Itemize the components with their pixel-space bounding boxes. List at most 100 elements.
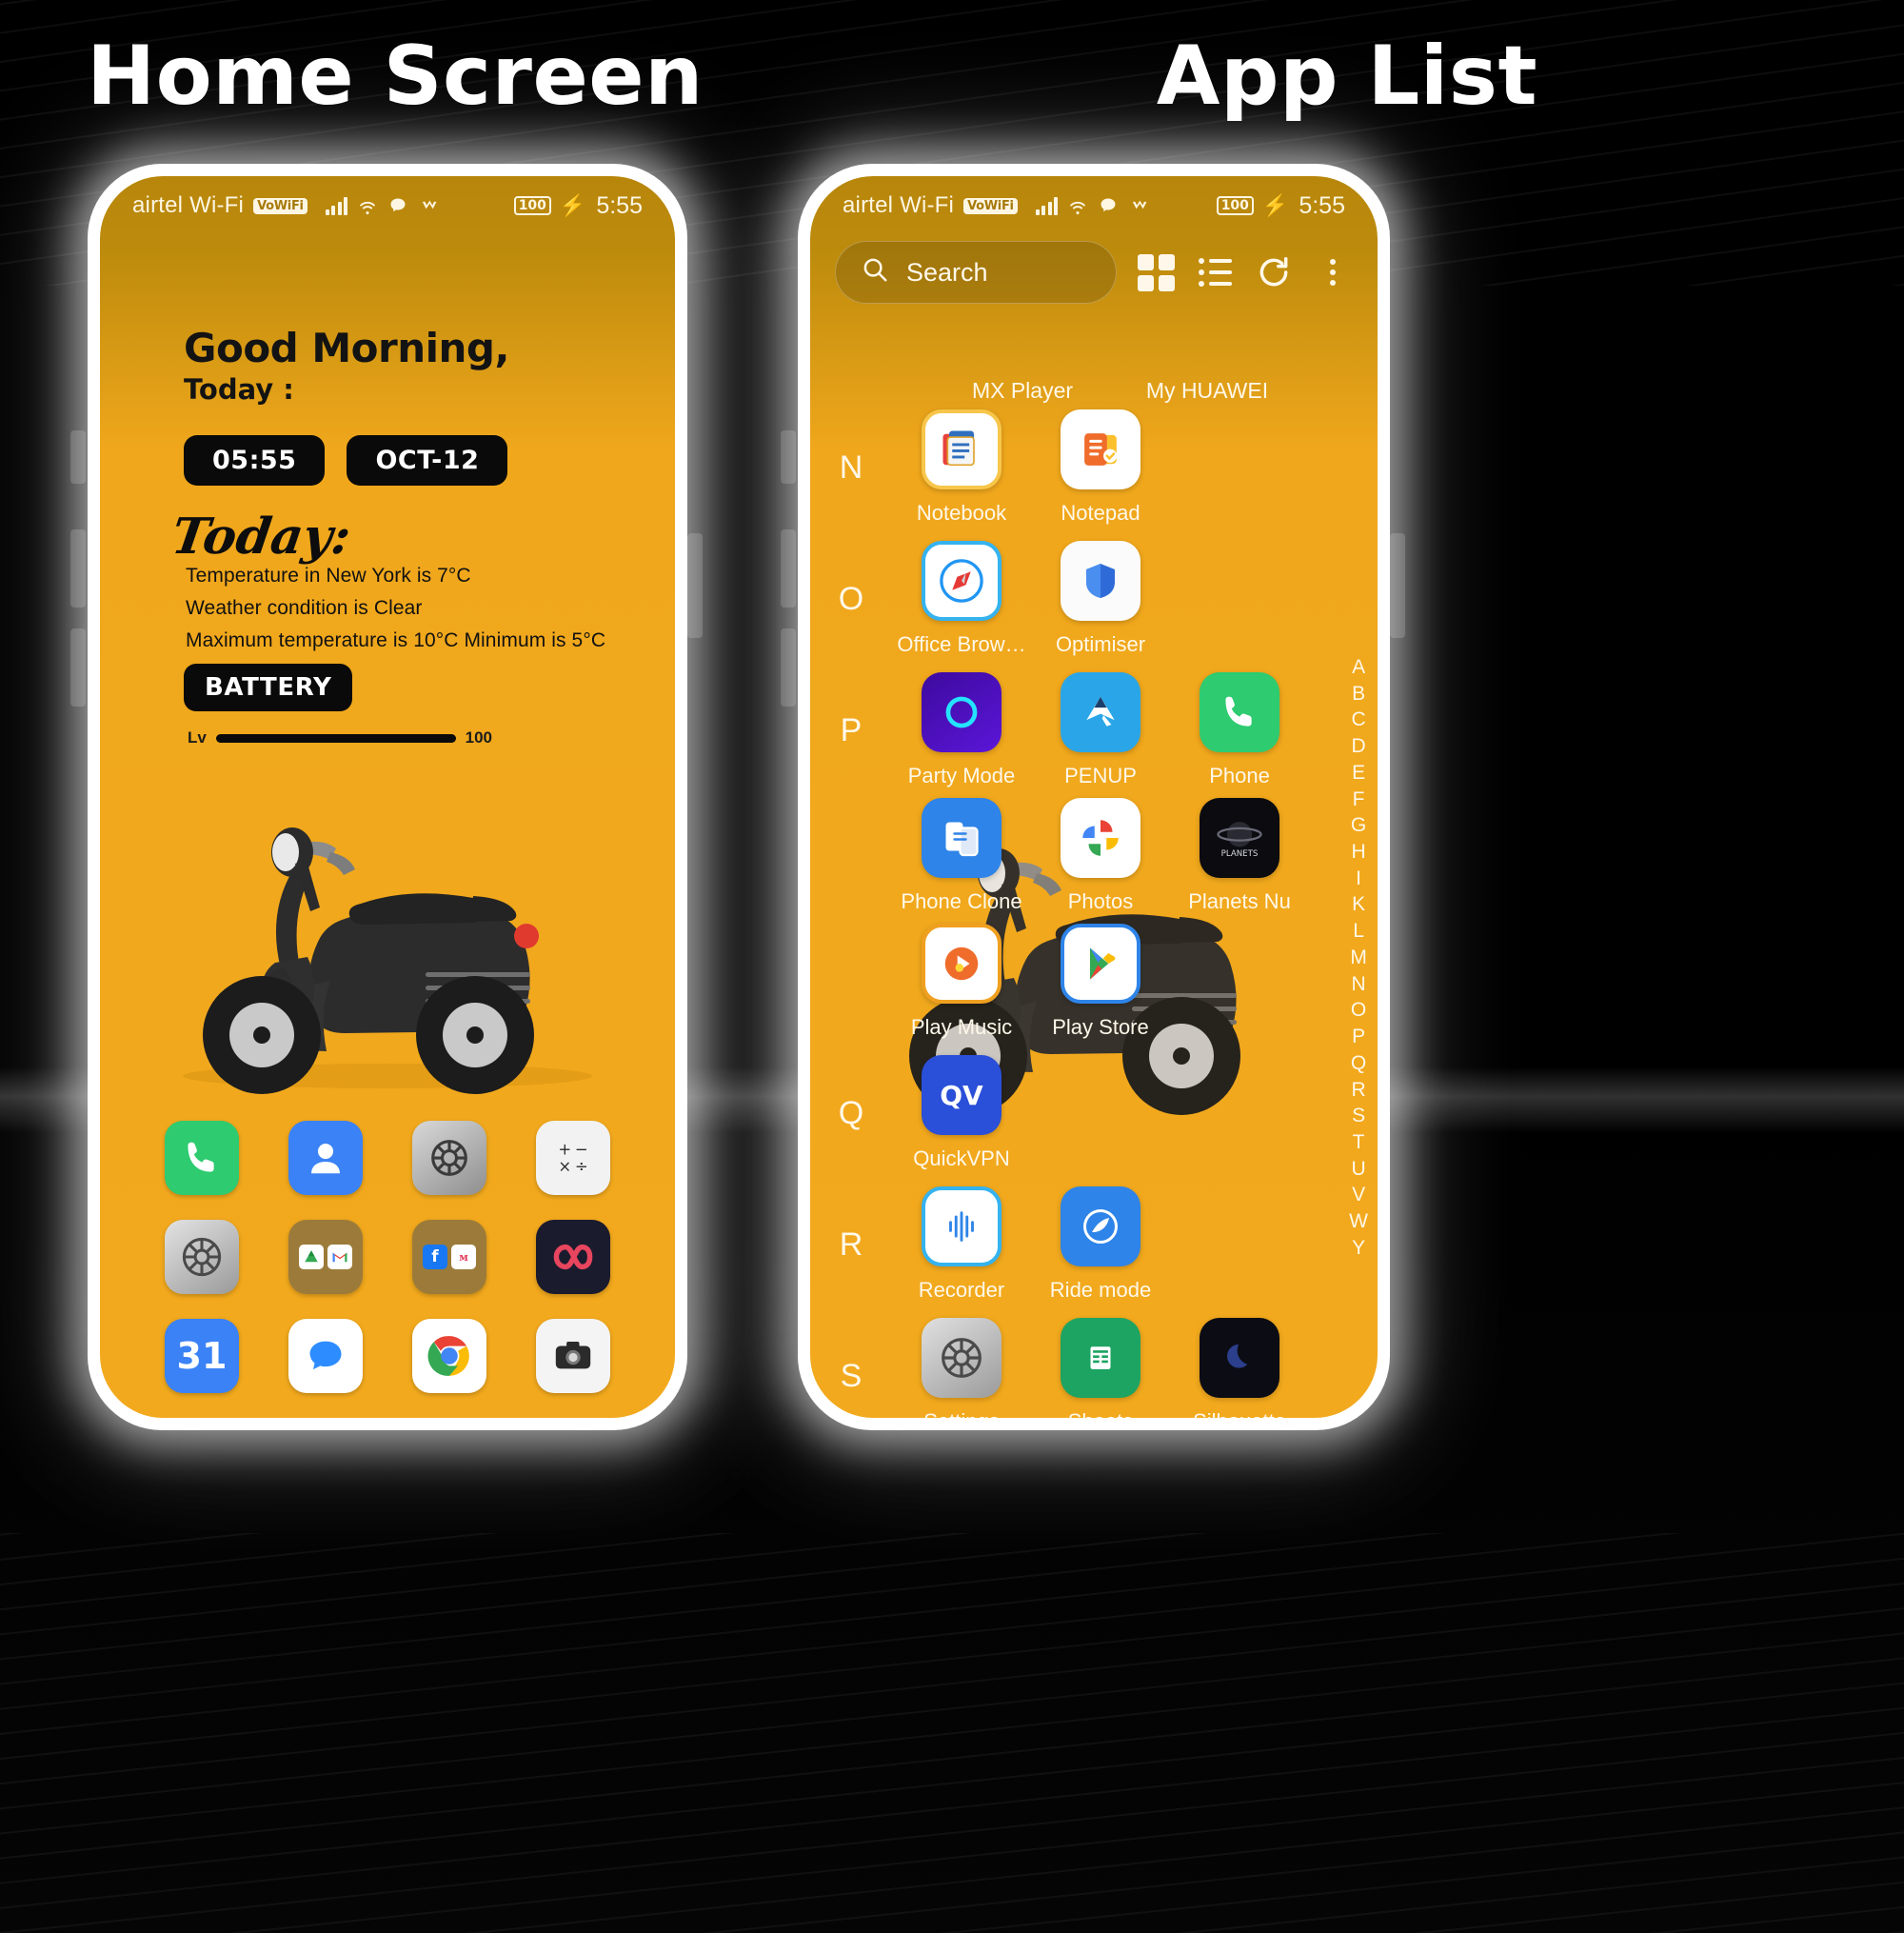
app-item-party-mode[interactable]: Party Mode — [892, 672, 1031, 788]
app-section-s: S Settings — [810, 1318, 1378, 1418]
phone2-volume-down-button[interactable] — [781, 628, 796, 707]
home-app-camera[interactable] — [511, 1319, 635, 1393]
app-item-notepad[interactable]: Notepad — [1031, 409, 1170, 526]
carrier-label: airtel Wi-Fi — [132, 192, 245, 218]
alpha-index-letter[interactable]: W — [1349, 1208, 1368, 1235]
alpha-index-letter[interactable]: E — [1352, 760, 1365, 787]
alpha-index-letter[interactable]: U — [1352, 1156, 1366, 1183]
app-list-scroll[interactable]: MX Player My HUAWEI N Notebook Notepad O… — [810, 378, 1378, 1418]
alpha-index-letter[interactable]: I — [1356, 866, 1361, 892]
alpha-index-letter[interactable]: Q — [1351, 1050, 1366, 1077]
status-bar-applist: airtel Wi-Fi VoWiFi 100 ⚡ 5:55 — [810, 176, 1378, 235]
svg-text:−: − — [575, 1140, 588, 1158]
alpha-index-letter[interactable]: B — [1352, 681, 1365, 707]
battery-lv-label: Lv — [188, 728, 207, 747]
app-label: Sheets — [1068, 1409, 1134, 1418]
app-item-silhouette[interactable]: Silhouette — [1170, 1318, 1309, 1418]
list-view-icon[interactable] — [1195, 252, 1235, 292]
home-app-calendar[interactable]: 31 — [140, 1319, 264, 1393]
app-item-planets-nu[interactable]: PLANETS Planets Nu — [1170, 798, 1309, 914]
home-app-chrome[interactable] — [387, 1319, 511, 1393]
alpha-index-letter[interactable]: D — [1352, 733, 1366, 760]
time-chip[interactable]: 05:55 — [184, 435, 326, 486]
app-list-title: App List — [1156, 29, 1538, 124]
date-chip[interactable]: OCT-12 — [347, 435, 508, 486]
app-label-my-huawei[interactable]: My HUAWEI — [1138, 378, 1277, 404]
app-item-sheets[interactable]: Sheets — [1031, 1318, 1170, 1418]
home-folder-social[interactable]: f ᴍ — [387, 1220, 511, 1294]
alpha-index-letter[interactable]: P — [1352, 1024, 1365, 1050]
app-label: Planets Nu — [1188, 889, 1291, 913]
home-app-messages[interactable] — [264, 1319, 387, 1393]
alpha-index-letter[interactable]: G — [1351, 812, 1366, 839]
app-item-play-music[interactable]: Play Music — [892, 924, 1031, 1040]
status-bar-home: airtel Wi-Fi VoWiFi 100 ⚡ 5:55 — [100, 176, 675, 235]
app-label-mx-player[interactable]: MX Player — [953, 378, 1092, 404]
app-label: Play Store — [1052, 1015, 1149, 1039]
app-item-office-browser[interactable]: Office Brow… — [892, 541, 1031, 657]
app-item-phone-clone[interactable]: Phone Clone — [892, 798, 1031, 914]
refresh-icon[interactable] — [1254, 252, 1294, 292]
alpha-index-letter[interactable]: O — [1351, 997, 1366, 1024]
alpha-index-letter[interactable]: T — [1353, 1129, 1365, 1156]
signal-bars-icon — [325, 196, 348, 215]
status-bar-clock-2: 5:55 — [1299, 191, 1345, 219]
svg-text:PLANETS: PLANETS — [1221, 849, 1259, 859]
alphabet-index-scrollbar[interactable]: ABCDEFGHIKLMNOPQRSTUVWY — [1349, 654, 1368, 1262]
alpha-index-letter[interactable]: Y — [1352, 1235, 1365, 1262]
alpha-index-letter[interactable]: N — [1352, 971, 1366, 998]
app-label: Recorder — [918, 1278, 1005, 1302]
app-item-photos[interactable]: Photos — [1031, 798, 1170, 914]
home-app-settings[interactable] — [387, 1121, 511, 1195]
alpha-index-letter[interactable]: R — [1352, 1077, 1366, 1104]
home-app-system-settings[interactable] — [140, 1220, 264, 1294]
alpha-index-letter[interactable]: L — [1353, 918, 1364, 945]
alpha-index-letter[interactable]: K — [1352, 891, 1365, 918]
alpha-index-letter[interactable]: F — [1353, 787, 1365, 813]
app-item-ride-mode[interactable]: Ride mode — [1031, 1186, 1170, 1303]
phone2-side-button[interactable] — [781, 430, 796, 484]
status-bar-left: airtel Wi-Fi VoWiFi — [132, 192, 442, 219]
calendar-date-number: 31 — [176, 1335, 228, 1377]
home-folder-google[interactable] — [264, 1220, 387, 1294]
alpha-index-letter[interactable]: S — [1352, 1103, 1365, 1129]
status-bar-right-2: 100 ⚡ 5:55 — [1216, 191, 1345, 220]
search-input[interactable]: Search — [835, 241, 1117, 304]
app-label: Party Mode — [907, 764, 1016, 787]
alpha-index-letter[interactable]: M — [1350, 945, 1367, 971]
app-section-n: N Notebook Notepad — [810, 409, 1378, 535]
app-item-quickvpn[interactable]: QV QuickVPN — [892, 1055, 1031, 1171]
section-letter: P — [840, 712, 863, 748]
home-app-calculator[interactable]: + − × ÷ — [511, 1121, 635, 1195]
app-item-play-store[interactable]: Play Store — [1031, 924, 1170, 1040]
phone-side-button[interactable] — [70, 430, 86, 484]
app-label: Phone — [1209, 764, 1270, 787]
alpha-index-letter[interactable]: A — [1352, 654, 1365, 681]
phone2-volume-up-button[interactable] — [781, 529, 796, 608]
alpha-index-letter[interactable]: H — [1352, 839, 1366, 866]
home-app-phone[interactable] — [140, 1121, 264, 1195]
overflow-menu-icon[interactable] — [1313, 252, 1353, 292]
home-app-contacts[interactable] — [264, 1121, 387, 1195]
phone-power-button[interactable] — [687, 533, 703, 638]
wifi-icon-2 — [1066, 195, 1089, 216]
grid-view-icon[interactable] — [1136, 252, 1176, 292]
battery-level-value: 100 — [465, 728, 492, 747]
battery-progress-track — [215, 733, 456, 743]
app-item-optimiser[interactable]: Optimiser — [1031, 541, 1170, 657]
alpha-index-letter[interactable]: V — [1352, 1182, 1365, 1208]
home-screen-title: Home Screen — [87, 29, 704, 124]
app-item-recorder[interactable]: Recorder — [892, 1186, 1031, 1303]
app-item-phone[interactable]: Phone — [1170, 672, 1309, 788]
weather-line-temperature: Temperature in New York is 7°C — [186, 565, 471, 587]
phone-volume-up-button[interactable] — [70, 529, 86, 608]
phone-volume-down-button[interactable] — [70, 628, 86, 707]
app-item-settings[interactable]: Settings — [892, 1318, 1031, 1418]
alpha-index-letter[interactable]: C — [1352, 707, 1366, 733]
home-app-infinity[interactable] — [511, 1220, 635, 1294]
app-item-penup[interactable]: PENUP — [1031, 672, 1170, 788]
weather-line-condition: Weather condition is Clear — [186, 597, 423, 619]
battery-widget-label: BATTERY — [184, 664, 353, 711]
app-item-notebook[interactable]: Notebook — [892, 409, 1031, 526]
phone2-power-button[interactable] — [1390, 533, 1405, 638]
